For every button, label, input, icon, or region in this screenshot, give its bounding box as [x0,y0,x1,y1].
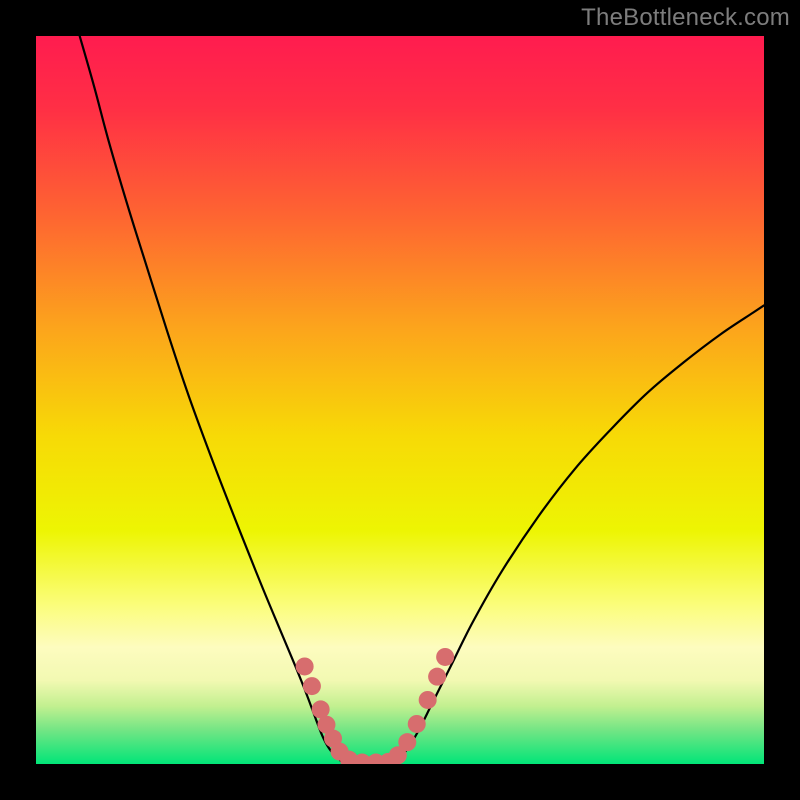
highlight-dot [436,648,454,666]
highlight-dot [408,715,426,733]
highlight-dot [303,677,321,695]
highlight-dot [296,657,314,675]
highlight-dot [398,733,416,751]
chart-frame: TheBottleneck.com [0,0,800,800]
plot-area [36,36,764,764]
plot-svg [36,36,764,764]
plot-background [36,36,764,764]
highlight-dot [428,668,446,686]
highlight-dot [419,691,437,709]
watermark-text: TheBottleneck.com [581,4,790,32]
highlight-dot [312,700,330,718]
